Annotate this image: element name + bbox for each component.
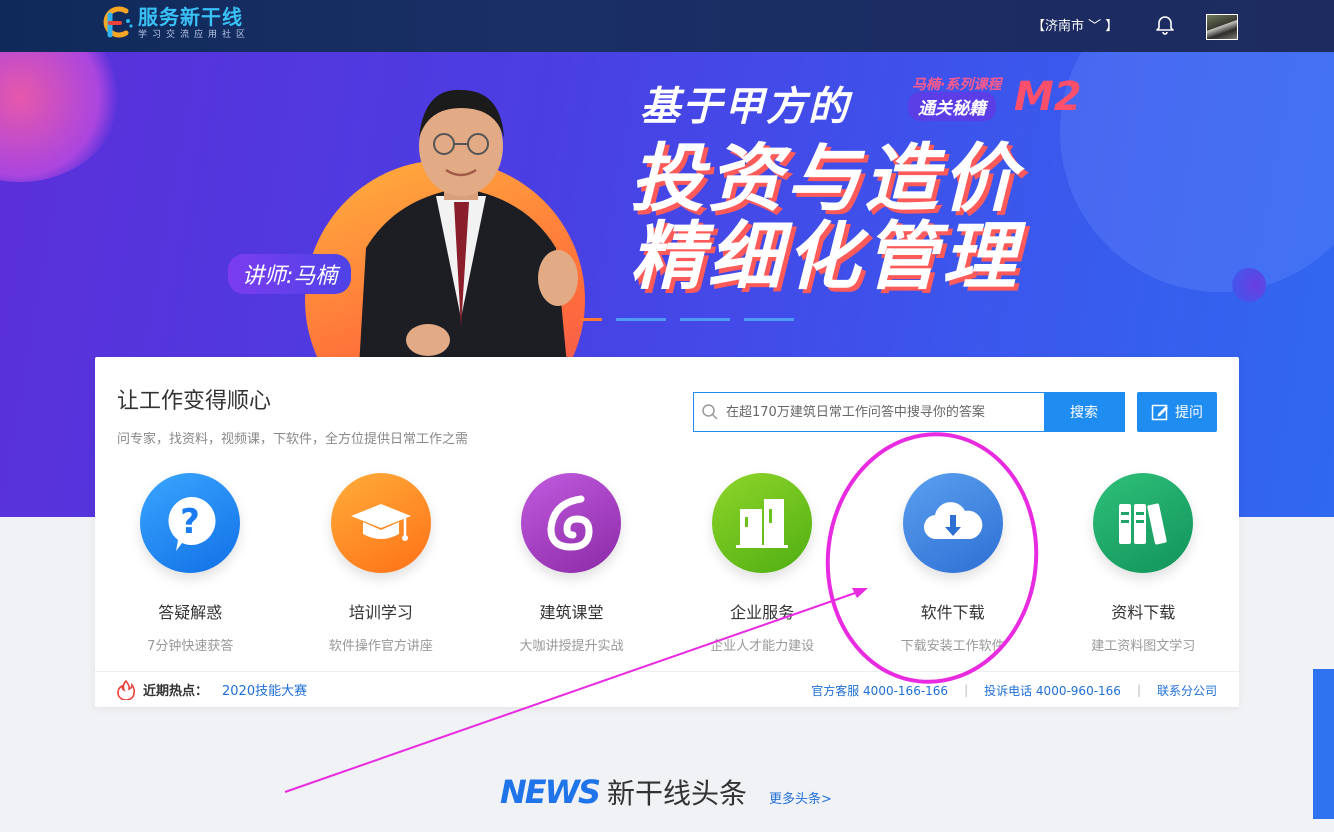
carousel-dot-1[interactable] <box>580 318 602 321</box>
search-icon <box>694 393 726 431</box>
service-name: 资料下载 <box>1111 603 1176 622</box>
service-desc: 建工资料图文学习 <box>1091 639 1196 654</box>
service-name: 软件下载 <box>920 603 985 622</box>
search-box: 搜索 <box>693 392 1125 432</box>
hot-topics-label: 近期热点： <box>143 684 209 699</box>
decorative-blob <box>1060 52 1334 292</box>
service-qa[interactable]: ? 答疑解惑 7分钟快速获答 <box>95 473 286 654</box>
graduation-cap-icon <box>330 473 431 573</box>
hot-topics-bar: 近期热点： 2020技能大赛 官方客服 4000-166-166 | 投诉电话 … <box>95 671 1239 707</box>
service-training[interactable]: 培训学习 软件操作官方讲座 <box>286 473 477 654</box>
hot-topic-link[interactable]: 2020技能大赛 <box>222 680 307 699</box>
news-section-header: NEWS 新干线头条 更多头条> <box>500 772 832 812</box>
service-name: 答疑解惑 <box>158 603 223 622</box>
ask-question-button[interactable]: 提问 <box>1137 392 1217 432</box>
contact-links: 官方客服 4000-166-166 | 投诉电话 4000-960-166 | … <box>811 672 1217 708</box>
service-panel: 让工作变得顺心 问专家，找资料，视频课，下软件，全方位提供日常工作之需 搜索 提… <box>95 357 1239 707</box>
banner-headline-3: 精细化管理 <box>630 214 1020 300</box>
service-name: 企业服务 <box>730 603 795 622</box>
lecturer-badge: 讲师:马楠 <box>228 254 352 294</box>
service-name: 建筑课堂 <box>539 603 604 622</box>
service-desc: 下载安装工作软件 <box>900 639 1005 654</box>
service-list: ? 答疑解惑 7分钟快速获答 培训学习 软件操作官方讲座 建筑课堂 大咖讲授提升… <box>95 473 1239 654</box>
service-desc: 7分钟快速获答 <box>147 639 234 654</box>
decorative-dot <box>1232 268 1266 302</box>
carousel-dot-3[interactable] <box>680 318 730 321</box>
logo-subtitle: 学习交流应用社区 <box>138 30 251 40</box>
news-heading-en: NEWS <box>500 773 601 811</box>
divider: | <box>964 683 969 697</box>
banner-headline-1: 基于甲方的 <box>640 84 850 130</box>
top-navbar: 服务新干线 学习交流应用社区 【济南市 ﹀ 】 <box>0 0 1334 52</box>
cloud-download-icon <box>902 473 1003 573</box>
service-phone-link[interactable]: 官方客服 4000-166-166 <box>811 682 948 699</box>
edit-icon <box>1151 404 1168 421</box>
banner-series-code: M2 <box>1014 74 1082 120</box>
banner-series-pill: 通关秘籍 <box>908 92 996 121</box>
site-logo[interactable]: 服务新干线 学习交流应用社区 <box>100 5 250 41</box>
service-materials-download[interactable]: 资料下载 建工资料图文学习 <box>1048 473 1239 654</box>
swirl-icon <box>521 473 622 573</box>
buildings-icon <box>712 473 813 573</box>
question-bubble-icon: ? <box>140 473 241 573</box>
search-input[interactable] <box>726 393 1044 431</box>
notification-bell-icon[interactable] <box>1154 13 1176 35</box>
panel-title: 让工作变得顺心 <box>117 389 272 414</box>
more-news-link[interactable]: 更多头条> <box>769 788 832 807</box>
search-button[interactable]: 搜索 <box>1044 393 1124 431</box>
banner-series-tag: 马楠·系列课程 <box>912 77 1002 93</box>
ask-question-label: 提问 <box>1175 405 1203 421</box>
news-heading-cn: 新干线头条 <box>606 777 747 810</box>
service-desc: 大咖讲授提升实战 <box>519 639 624 654</box>
carousel-indicators <box>580 318 794 321</box>
decorative-blob <box>0 52 120 182</box>
binders-icon <box>1093 473 1194 573</box>
service-classroom[interactable]: 建筑课堂 大咖讲授提升实战 <box>476 473 667 654</box>
banner-headline-2: 投资与造价 <box>630 136 1020 222</box>
service-desc: 企业人才能力建设 <box>710 639 815 654</box>
service-name: 培训学习 <box>348 603 413 622</box>
logo-mark-icon <box>100 5 134 41</box>
user-avatar[interactable] <box>1206 14 1238 40</box>
complaint-phone-link[interactable]: 投诉电话 4000-960-166 <box>984 682 1121 699</box>
service-enterprise[interactable]: 企业服务 企业人才能力建设 <box>667 473 858 654</box>
carousel-dot-2[interactable] <box>616 318 666 321</box>
contact-branch-link[interactable]: 联系分公司 <box>1157 682 1217 699</box>
service-software-download[interactable]: 软件下载 下载安装工作软件 <box>857 473 1048 654</box>
svg-text:?: ? <box>180 502 200 542</box>
panel-subtitle: 问专家，找资料，视频课，下软件，全方位提供日常工作之需 <box>117 432 469 447</box>
service-desc: 软件操作官方讲座 <box>328 639 433 654</box>
fire-icon <box>117 679 136 701</box>
carousel-dot-4[interactable] <box>744 318 794 321</box>
logo-title: 服务新干线 <box>138 5 243 29</box>
side-float-tab[interactable] <box>1313 669 1334 819</box>
divider: | <box>1136 683 1141 697</box>
city-selector[interactable]: 【济南市 ﹀ 】 <box>1032 15 1118 34</box>
